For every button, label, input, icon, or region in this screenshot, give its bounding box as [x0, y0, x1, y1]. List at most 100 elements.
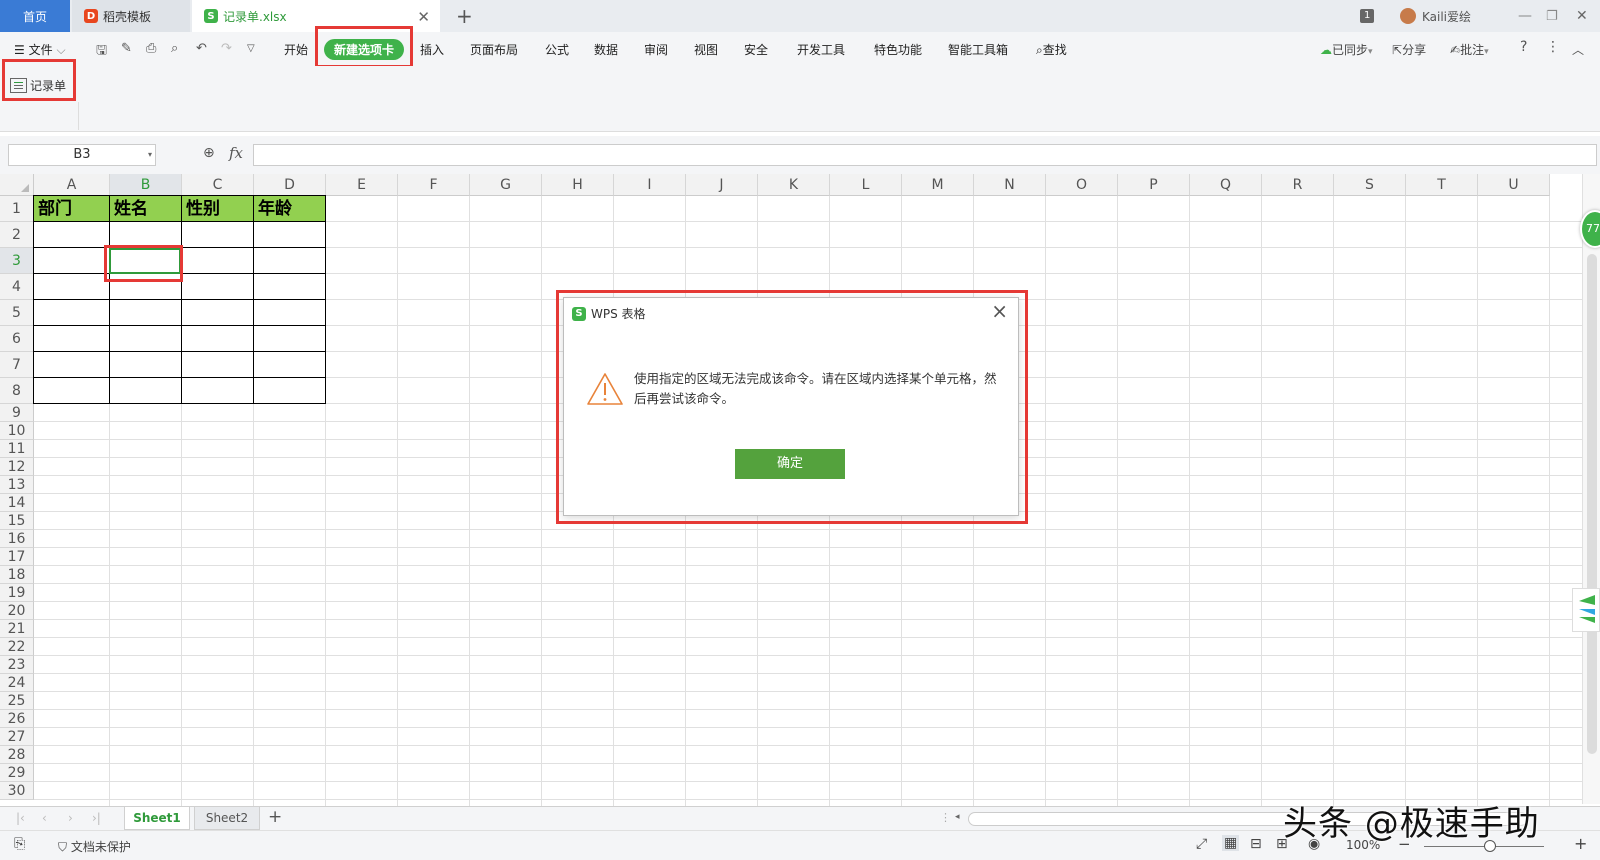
menu-special-features[interactable]: 特色功能	[874, 41, 922, 58]
table-cell[interactable]	[182, 300, 254, 326]
column-header[interactable]: P	[1118, 174, 1190, 196]
table-cell[interactable]	[254, 248, 326, 274]
column-header[interactable]: J	[686, 174, 758, 196]
minimize-button[interactable]: —	[1518, 0, 1532, 32]
menu-smart-toolbox[interactable]: 智能工具箱	[948, 41, 1008, 58]
help-icon[interactable]: ?	[1520, 39, 1527, 55]
row-header[interactable]: 14	[0, 494, 34, 512]
table-cell[interactable]	[182, 248, 254, 274]
table-cell[interactable]	[110, 352, 182, 378]
table-cell[interactable]	[34, 222, 110, 248]
row-header[interactable]: 25	[0, 692, 34, 710]
column-header[interactable]: B	[110, 174, 182, 196]
print-icon[interactable]: ⎙	[146, 41, 156, 56]
fx-icon[interactable]: fx	[229, 144, 243, 162]
column-header[interactable]: H	[542, 174, 614, 196]
table-cell[interactable]	[34, 326, 110, 352]
column-header[interactable]: K	[758, 174, 830, 196]
formula-input[interactable]	[253, 144, 1597, 166]
table-cell[interactable]	[254, 326, 326, 352]
tab-daoke-templates[interactable]: D 稻壳模板	[72, 0, 190, 32]
zoom-in-icon[interactable]: +	[1574, 834, 1587, 853]
table-cell[interactable]	[110, 274, 182, 300]
row-header[interactable]: 19	[0, 584, 34, 602]
row-header[interactable]: 4	[0, 274, 34, 300]
active-cell-b3[interactable]	[109, 248, 181, 274]
row-header[interactable]: 16	[0, 530, 34, 548]
row-header[interactable]: 5	[0, 300, 34, 326]
column-header[interactable]: D	[254, 174, 326, 196]
column-header[interactable]: I	[614, 174, 686, 196]
zoom-formula-icon[interactable]: ⊕	[203, 145, 215, 161]
table-cell[interactable]	[34, 274, 110, 300]
table-cell[interactable]	[182, 326, 254, 352]
row-header[interactable]: 10	[0, 422, 34, 440]
table-cell[interactable]	[34, 300, 110, 326]
row-header[interactable]: 9	[0, 404, 34, 422]
restore-button[interactable]: ❐	[1546, 0, 1558, 32]
column-header[interactable]: T	[1406, 174, 1478, 196]
menu-review[interactable]: 审阅	[644, 41, 668, 58]
row-header[interactable]: 28	[0, 746, 34, 764]
table-cell[interactable]	[110, 222, 182, 248]
menu-insert[interactable]: 插入	[420, 41, 444, 58]
file-menu[interactable]: ☰ 文件 ⌵	[14, 41, 66, 58]
row-header[interactable]: 2	[0, 222, 34, 248]
document-protection-status[interactable]: ⛉ 文档未保护	[58, 838, 131, 855]
page-break-view-icon[interactable]: ⊟	[1250, 836, 1262, 852]
row-header[interactable]: 15	[0, 512, 34, 530]
row-header[interactable]: 24	[0, 674, 34, 692]
vertical-scroll-thumb[interactable]	[1587, 254, 1597, 754]
row-header[interactable]: 6	[0, 326, 34, 352]
table-cell[interactable]	[182, 274, 254, 300]
column-header[interactable]: O	[1046, 174, 1118, 196]
add-sheet-button[interactable]: +	[268, 807, 282, 827]
table-cell[interactable]	[254, 274, 326, 300]
header-cell-name[interactable]: 姓名	[110, 196, 182, 222]
undo-icon[interactable]: ↶	[196, 41, 207, 56]
row-header[interactable]: 7	[0, 352, 34, 378]
table-cell[interactable]	[34, 352, 110, 378]
menu-developer[interactable]: 开发工具	[797, 41, 845, 58]
last-sheet-icon[interactable]: ›|	[92, 811, 101, 825]
table-cell[interactable]	[110, 300, 182, 326]
normal-view-icon[interactable]: ▦	[1222, 835, 1240, 851]
column-header[interactable]: R	[1262, 174, 1334, 196]
menu-view[interactable]: 视图	[694, 41, 718, 58]
menu-data[interactable]: 数据	[594, 41, 618, 58]
sheet-tab-sheet1[interactable]: Sheet1	[124, 807, 190, 830]
tab-split-handle[interactable]: ⋮	[940, 811, 951, 824]
chevron-down-icon[interactable]: ▾	[148, 145, 152, 165]
row-header[interactable]: 26	[0, 710, 34, 728]
table-cell[interactable]	[182, 378, 254, 404]
menu-home[interactable]: 开始	[284, 41, 308, 58]
table-cell[interactable]	[182, 222, 254, 248]
row-header[interactable]: 17	[0, 548, 34, 566]
format-painter-icon[interactable]: ✎	[121, 41, 132, 56]
column-header[interactable]: G	[470, 174, 542, 196]
row-header[interactable]: 12	[0, 458, 34, 476]
close-icon[interactable]: ×	[991, 299, 1008, 323]
table-cell[interactable]	[110, 378, 182, 404]
fullscreen-icon[interactable]: ⤢	[1196, 836, 1207, 852]
row-header[interactable]: 3	[0, 248, 34, 274]
row-header[interactable]: 22	[0, 638, 34, 656]
menu-security[interactable]: 安全	[744, 41, 768, 58]
table-cell[interactable]	[34, 378, 110, 404]
menu-formulas[interactable]: 公式	[545, 41, 569, 58]
search-menu[interactable]: ⌕查找	[1036, 41, 1067, 58]
comment-button[interactable]: ✍批注▾	[1450, 41, 1489, 58]
row-header[interactable]: 13	[0, 476, 34, 494]
user-account[interactable]: Kaili爱绘	[1400, 0, 1471, 32]
table-cell[interactable]	[34, 248, 110, 274]
tab-document[interactable]: S 记录单.xlsx ✕	[192, 0, 440, 32]
floating-tool-button[interactable]	[1572, 588, 1600, 632]
row-header[interactable]: 1	[0, 196, 34, 222]
column-header[interactable]: N	[974, 174, 1046, 196]
header-cell-age[interactable]: 年龄	[254, 196, 326, 222]
row-header[interactable]: 30	[0, 782, 34, 800]
collapse-ribbon-icon[interactable]: ︿	[1572, 41, 1584, 58]
window-close-button[interactable]: ✕	[1576, 0, 1588, 32]
row-header[interactable]: 8	[0, 378, 34, 404]
column-header[interactable]: C	[182, 174, 254, 196]
